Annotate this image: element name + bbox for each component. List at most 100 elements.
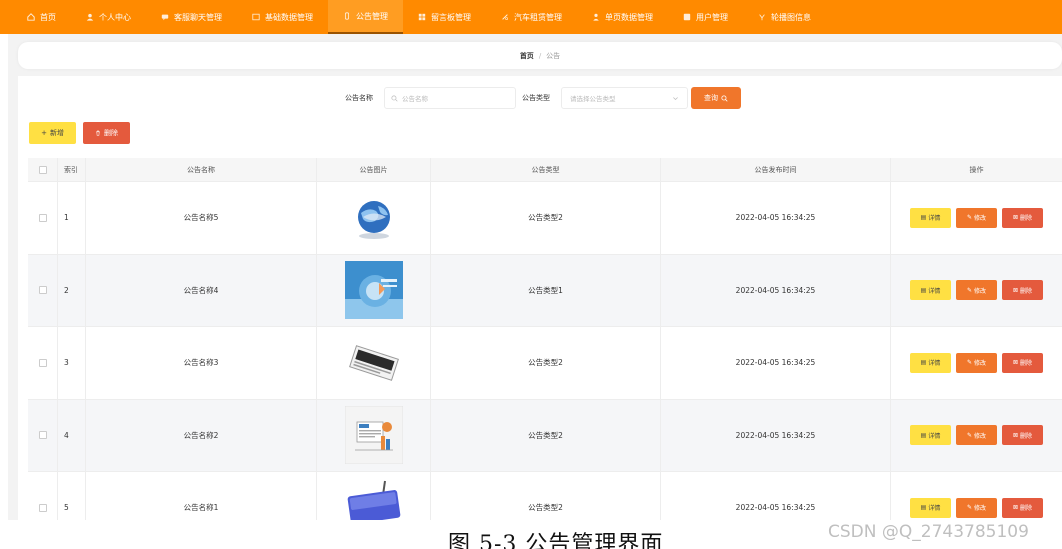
user-icon [86,13,94,21]
batch-delete-button[interactable]: 删除 [83,122,130,144]
detail-button[interactable]: ▤ 详情 [910,280,951,301]
nav-item-notice[interactable]: 公告管理 [328,0,403,34]
row-checkbox[interactable] [38,431,47,440]
delete-label: 删除 [1020,432,1033,440]
row-checkbox[interactable] [38,213,47,222]
car-icon [501,13,509,21]
nav-item-car-rental[interactable]: 汽车租赁管理 [486,0,577,34]
nav-item-basic-data[interactable]: 基础数据管理 [237,0,328,34]
search-form: 公告名称 公告名称 公告类型 请选择公告类型 查询 [18,87,1062,109]
row-image-cell [317,254,431,326]
edit-label: 修改 [974,432,987,440]
trash-icon [96,130,100,136]
notice-type-select[interactable]: 请选择公告类型 [561,87,688,109]
breadcrumb-home[interactable]: 首页 [520,51,534,61]
row-checkbox-cell [28,472,58,520]
row-index: 3 [58,327,86,399]
row-index: 5 [58,472,86,520]
row-checkbox[interactable] [38,286,47,295]
image-icon [758,13,766,21]
table-row: 2 公告名称4 公告类型1 2022-04-05 16:34:25 ▤ 详情 ✎… [28,254,1062,327]
row-name: 公告名称5 [86,182,317,254]
detail-label: 详情 [928,360,941,368]
query-button[interactable]: 查询 [691,87,741,109]
detail-button[interactable]: ▤ 详情 [910,497,951,518]
row-image-cell [317,327,431,399]
row-checkbox-cell [28,254,58,326]
row-image-cell [317,472,431,520]
detail-button[interactable]: ▤ 详情 [910,425,951,446]
message-icon [418,13,426,21]
row-ops: ▤ 详情 ✎ 修改 ⊠ 删除 [891,327,1062,399]
edit-button[interactable]: ✎ 修改 [956,352,997,373]
notice-type-placeholder: 请选择公告类型 [570,95,616,103]
nav-item-chat[interactable]: 客服聊天管理 [146,0,237,34]
header-ops: 操作 [969,165,984,174]
notice-thumbnail[interactable] [344,406,403,465]
nav-item-home[interactable]: 首页 [12,0,71,34]
table-row: 5 公告名称1 公告类型2 2022-04-05 16:34:25 ▤ 详情 ✎… [28,472,1062,520]
row-time: 2022-04-05 16:34:25 [661,327,891,399]
detail-icon: ▤ [920,214,927,222]
news-banner-image [344,261,403,320]
delete-label: 删除 [1020,287,1033,295]
edit-button[interactable]: ✎ 修改 [956,425,997,446]
row-image-cell [317,182,431,254]
row-checkbox[interactable] [38,503,47,512]
trash-icon: ⊠ [1012,286,1018,294]
notice-name-placeholder: 公告名称 [402,95,428,103]
nav-item-profile[interactable]: 个人中心 [71,0,146,34]
row-time: 2022-04-05 16:34:25 [661,399,891,471]
nav-item-message-board[interactable]: 留言板管理 [403,0,486,34]
table-row: 1 公告名称5 公告类型2 2022-04-05 16:34:25 ▤ 详情 ✎ 修 [28,182,1062,255]
users-icon [683,13,691,21]
chat-icon [161,13,169,21]
bell-icon [343,12,351,20]
edit-label: 修改 [974,287,987,295]
detail-button[interactable]: ▤ 详情 [910,207,951,228]
row-type: 公告类型2 [431,327,661,399]
notice-name-input[interactable]: 公告名称 [384,87,516,109]
row-type: 公告类型2 [431,182,661,254]
add-button[interactable]: + 新增 [29,122,76,144]
watermark: CSDN @Q_2743785109 [828,522,1029,542]
breadcrumb-separator: / [538,51,542,60]
delete-button[interactable]: ⊠ 删除 [1002,207,1043,228]
delete-button[interactable]: ⊠ 删除 [1002,280,1043,301]
notice-thumbnail[interactable] [345,334,403,392]
edit-button[interactable]: ✎ 修改 [956,280,997,301]
notice-thumbnail[interactable] [344,261,403,320]
news-desk-image [344,406,403,465]
table-row: 3 公告名称3 公告类型2 2022-04-05 16:34:25 ▤ 详情 ✎… [28,327,1062,400]
row-checkbox-cell [28,399,58,471]
query-label: 查询 [704,94,718,102]
delete-button[interactable]: ⊠ 删除 [1002,352,1043,373]
nav-item-single-page[interactable]: 单页数据管理 [577,0,668,34]
page-icon [592,13,600,21]
delete-button[interactable]: ⊠ 删除 [1002,497,1043,518]
detail-icon: ▤ [920,286,927,294]
detail-button[interactable]: ▤ 详情 [910,352,951,373]
header-time: 公告发布时间 [661,158,891,181]
notice-thumbnail[interactable] [345,479,403,520]
row-name: 公告名称4 [86,254,317,326]
header-name: 公告名称 [86,158,317,181]
delete-button[interactable]: ⊠ 删除 [1002,425,1043,446]
header-index: 索引 [58,158,86,181]
table-row: 4 公告名称2 公告类型2 2022-04-05 16:34:25 ▤ 详情 ✎… [28,399,1062,472]
row-checkbox[interactable] [38,358,47,367]
edit-icon: ✎ [966,214,972,222]
detail-label: 详情 [928,215,941,223]
globe-news-image [357,200,390,239]
row-type: 公告类型2 [431,472,661,520]
nav-item-carousel[interactable]: 轮播图信息 [743,0,826,34]
notice-thumbnail[interactable] [345,189,403,247]
edit-button[interactable]: ✎ 修改 [956,207,997,228]
edit-button[interactable]: ✎ 修改 [956,497,997,518]
row-name: 公告名称1 [86,472,317,520]
delete-label: 删除 [1020,215,1033,223]
nav-label: 基础数据管理 [265,12,313,22]
select-all-checkbox[interactable] [38,165,47,174]
nav-item-users[interactable]: 用户管理 [668,0,743,34]
home-icon [27,13,35,21]
